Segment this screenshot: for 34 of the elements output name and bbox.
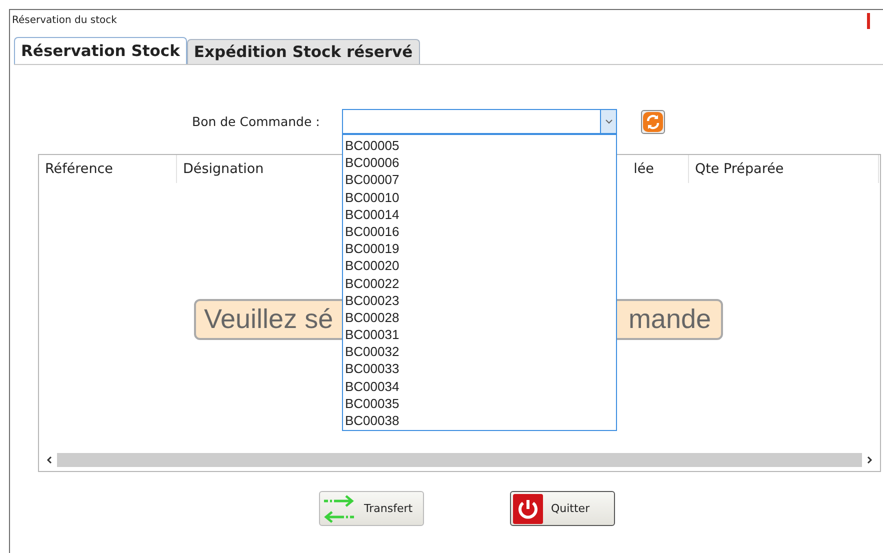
scroll-right-icon[interactable] (867, 456, 873, 464)
chevron-down-icon (604, 119, 612, 124)
message-text: mande (628, 304, 711, 335)
quit-button[interactable]: Quitter (510, 491, 615, 526)
dropdown-option[interactable]: BC00019 (343, 240, 616, 258)
field-label: Bon de Commande : (192, 114, 321, 129)
dropdown-option[interactable]: BC00014 (343, 206, 616, 223)
dropdown-option[interactable]: BC00033 (343, 360, 616, 378)
dropdown-option[interactable]: BC00016 (343, 222, 616, 240)
scroll-left-icon[interactable] (46, 456, 52, 464)
dropdown-option[interactable]: BC00035 (343, 394, 616, 412)
transfer-arrows-icon (322, 494, 356, 524)
column-header: Référence (39, 155, 177, 183)
tab[interactable]: Expédition Stock réservé (186, 39, 420, 64)
dropdown-option[interactable]: BC00010 (343, 188, 616, 206)
dropdown-option[interactable]: BC00031 (343, 326, 616, 344)
dropdown-option[interactable]: BC00007 (343, 171, 616, 189)
column-header: Qte Préparée (689, 155, 879, 183)
dropdown-option[interactable]: BC00034 (343, 378, 616, 395)
dropdown-option[interactable]: BC00028 (343, 308, 616, 326)
dropdown-option[interactable]: BC00032 (343, 343, 616, 360)
dropdown-option[interactable]: BC00005 (343, 137, 616, 154)
refresh-button[interactable] (641, 110, 665, 134)
power-icon (513, 494, 543, 524)
dropdown-option[interactable]: BC00038 (343, 412, 616, 430)
dropdown-option[interactable]: BC00023 (343, 292, 616, 309)
dropdown-option[interactable]: BC00022 (343, 274, 616, 292)
message-text: Veuillez sé (204, 304, 334, 335)
dropdown-option[interactable]: BC00006 (343, 154, 616, 172)
column-header: lée (617, 155, 689, 183)
transfer-button[interactable]: Transfert (319, 491, 424, 526)
tab[interactable]: Réservation Stock (14, 37, 187, 64)
refresh-icon (643, 112, 663, 132)
dropdown-option[interactable]: BC00020 (343, 257, 616, 274)
